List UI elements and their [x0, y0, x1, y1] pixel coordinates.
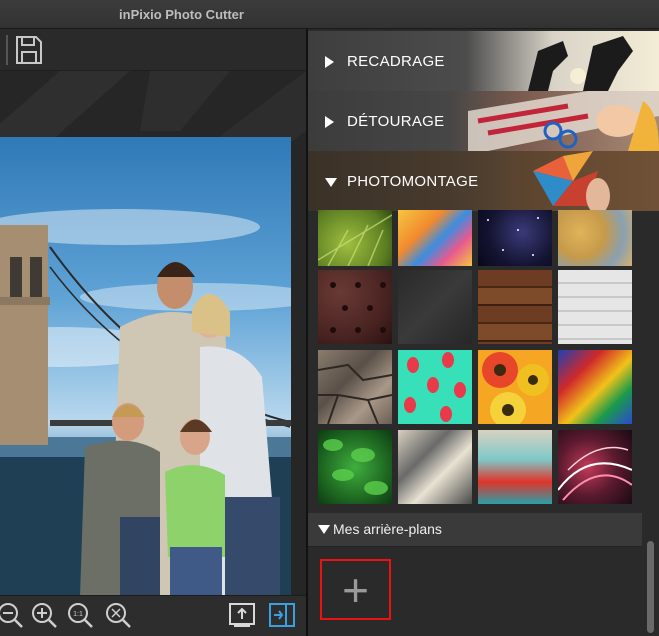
zoom-out-icon[interactable] [0, 601, 24, 629]
toolbar-separator [6, 35, 8, 65]
background-thumbnail[interactable] [558, 430, 632, 504]
panel-scrollbar[interactable] [647, 541, 654, 633]
svg-text:1:1: 1:1 [73, 611, 83, 618]
green-leaves-image [323, 439, 388, 495]
top-toolbar [0, 29, 306, 71]
background-thumbnail[interactable] [398, 210, 472, 266]
zoom-in-icon[interactable] [30, 601, 58, 629]
export-icon[interactable] [228, 601, 256, 629]
background-thumbnail[interactable] [318, 430, 392, 504]
background-thumbnails-grid [318, 210, 634, 510]
recadrage-banner-image [528, 36, 633, 91]
photomontage-banner-image [518, 151, 659, 211]
editing-canvas[interactable] [0, 71, 306, 595]
plus-icon: + [342, 564, 369, 616]
background-thumbnail[interactable] [318, 270, 392, 344]
stone-texture-image [318, 363, 392, 424]
strawberries-image [404, 352, 466, 422]
section-label: PHOTOMONTAGE [347, 173, 479, 190]
background-thumbnail[interactable] [318, 350, 392, 424]
leather-texture-image [330, 282, 386, 333]
section-label: RECADRAGE [347, 53, 445, 70]
section-recadrage[interactable]: RECADRAGE [308, 31, 659, 91]
background-thumbnail[interactable] [318, 210, 392, 266]
leaf-texture-image [318, 214, 392, 266]
background-thumbnail[interactable] [478, 270, 552, 344]
background-thumbnail[interactable] [478, 350, 552, 424]
toggle-panel-icon[interactable] [268, 601, 296, 629]
add-background-button[interactable]: + [320, 559, 391, 620]
collapsed-arrow-icon [325, 116, 334, 128]
my-backgrounds-header[interactable]: Mes arrière-plans [308, 513, 642, 547]
background-thumbnail[interactable] [478, 430, 552, 504]
floppy-disk-icon[interactable] [14, 34, 44, 66]
zoom-toolbar: 1:1 [0, 595, 306, 636]
flowers-image [482, 352, 549, 424]
collapsed-arrow-icon [325, 56, 334, 68]
background-thumbnail[interactable] [558, 350, 632, 424]
background-thumbnail[interactable] [398, 430, 472, 504]
zoom-1to1-icon[interactable]: 1:1 [66, 601, 94, 629]
background-thumbnail[interactable] [398, 350, 472, 424]
background-thumbnail[interactable] [558, 210, 632, 266]
expanded-arrow-icon [318, 525, 330, 534]
family-photo-image [0, 209, 291, 595]
stars-image [487, 217, 539, 256]
right-panel: RECADRAGE DÉTOURAGE PHOTOMONTAGE Mes arr… [308, 29, 659, 636]
expanded-arrow-icon [325, 178, 337, 187]
section-detourage[interactable]: DÉTOURAGE [308, 91, 659, 151]
my-backgrounds-label: Mes arrière-plans [333, 521, 442, 537]
background-thumbnail[interactable] [398, 270, 472, 344]
background-thumbnail[interactable] [558, 270, 632, 344]
background-thumbnail[interactable] [478, 210, 552, 266]
light-trails-image [558, 446, 632, 501]
window-title: inPixio Photo Cutter [119, 7, 244, 22]
section-label: DÉTOURAGE [347, 113, 445, 130]
zoom-fit-icon[interactable] [104, 601, 132, 629]
detourage-banner-image [468, 91, 659, 151]
photo-preview[interactable] [0, 137, 291, 595]
title-bar: inPixio Photo Cutter [0, 0, 659, 29]
section-photomontage[interactable]: PHOTOMONTAGE [308, 151, 659, 211]
